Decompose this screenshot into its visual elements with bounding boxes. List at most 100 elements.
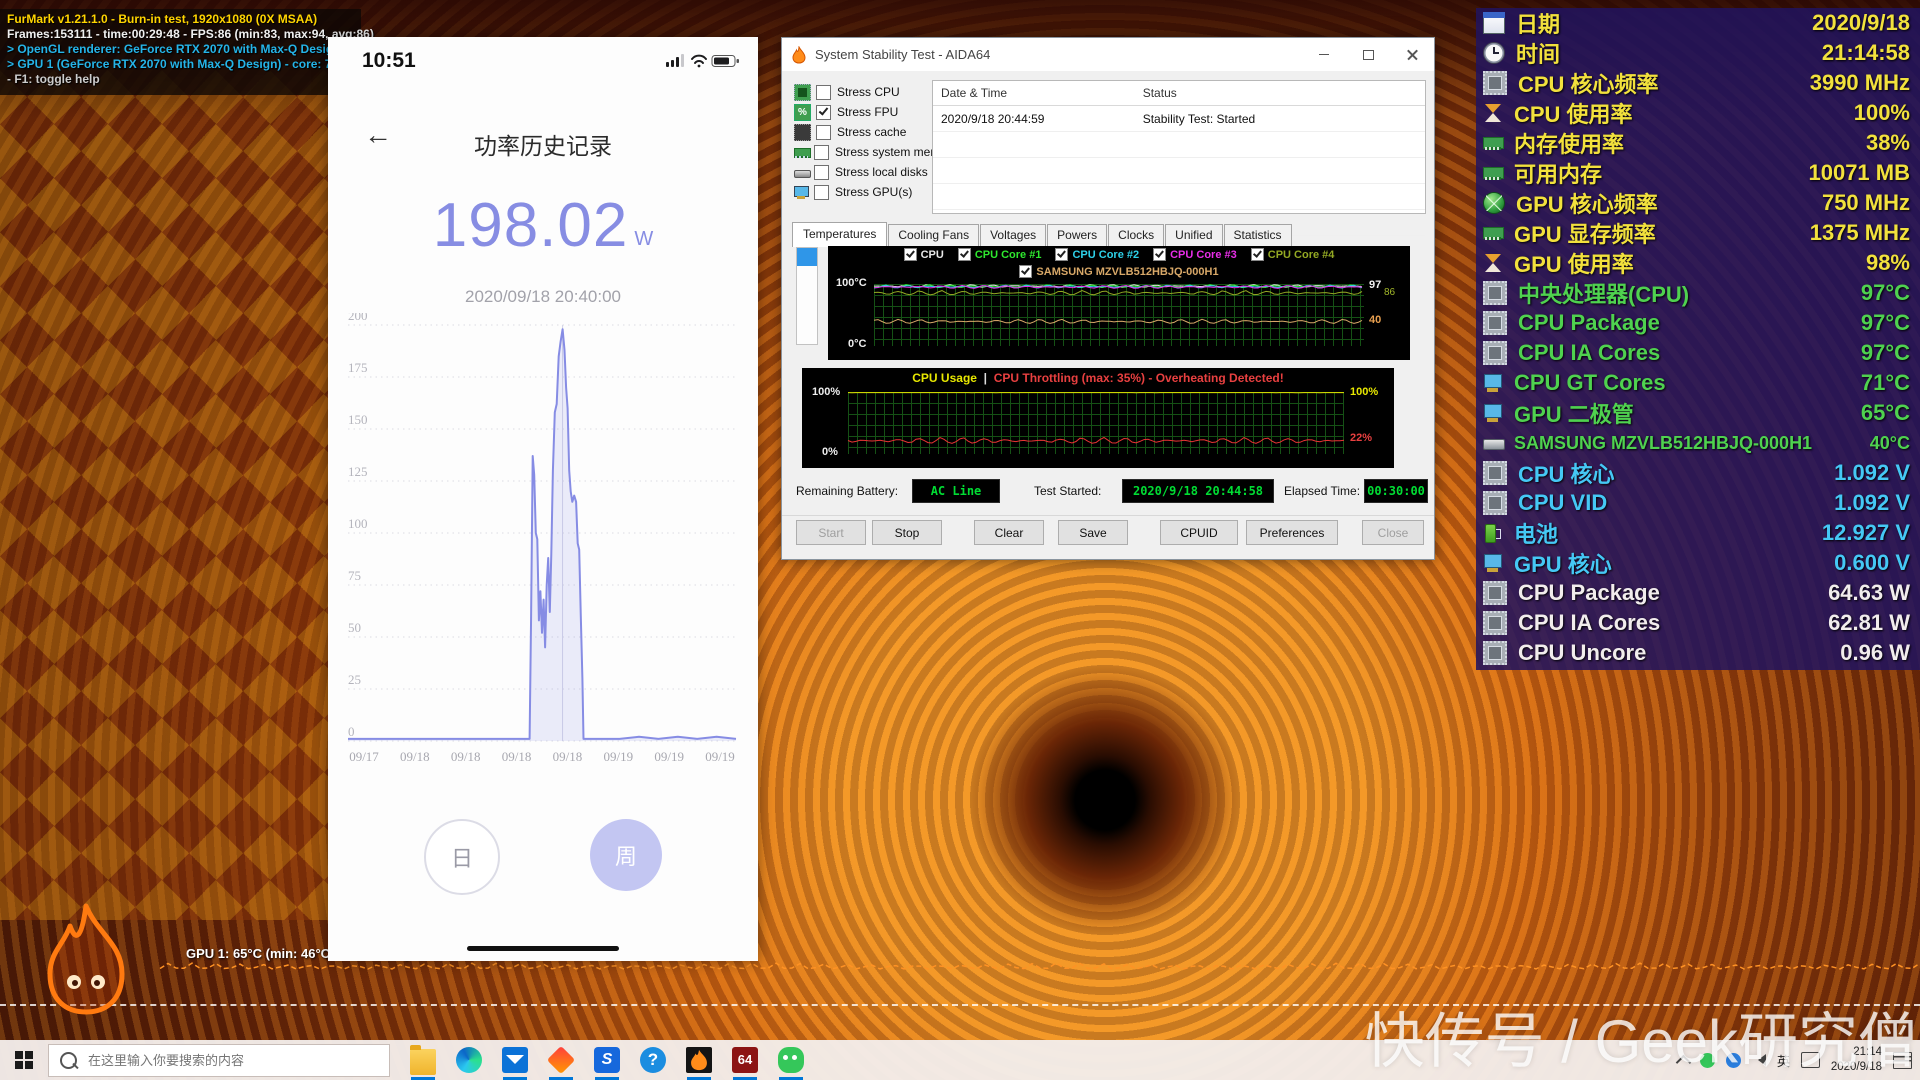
taskbar-app-music[interactable] [538, 1040, 584, 1080]
checkbox[interactable] [814, 165, 829, 180]
ram-icon [1483, 223, 1503, 243]
battery-label: Remaining Battery: [796, 484, 898, 498]
osd-value: 0.600 V [1834, 550, 1920, 576]
osd-value: 0.96 W [1840, 640, 1920, 666]
osd-value: 98% [1866, 250, 1920, 276]
taskbar-app-wechat[interactable] [768, 1040, 814, 1080]
furmark-line: > GPU 1 (GeForce RTX 2070 with Max-Q Des… [7, 57, 354, 72]
temp-right-label: 86 [1384, 287, 1395, 298]
legend-checkbox[interactable] [1153, 248, 1166, 261]
furmark-line: FurMark v1.21.1.0 - Burn-in test, 1920x1… [7, 12, 354, 27]
legend-checkbox[interactable] [958, 248, 971, 261]
osd-value: 1.092 V [1834, 460, 1920, 486]
taskbar-search[interactable] [48, 1044, 390, 1077]
x-tick-label: 09/18 [451, 749, 481, 764]
search-input[interactable] [86, 1052, 370, 1069]
taskbar-app-file-explorer[interactable] [400, 1040, 446, 1080]
ram-icon [794, 145, 809, 160]
osd-label: 内存使用率 [1514, 127, 1624, 159]
x-tick-label: 09/17 [349, 749, 379, 764]
tab-voltages[interactable]: Voltages [980, 224, 1046, 246]
taskbar-app-s[interactable]: S [584, 1040, 630, 1080]
legend-checkbox[interactable] [904, 248, 917, 261]
osd-row: CPU Package97°C [1476, 308, 1920, 338]
checkbox[interactable] [816, 85, 831, 100]
selected-timestamp: 2020/09/18 20:40:00 [328, 287, 758, 307]
clear-button[interactable]: Clear [974, 520, 1044, 545]
log-col-status[interactable]: Status [1135, 86, 1425, 100]
osd-row: 时间21:14:58 [1476, 38, 1920, 68]
checkbox[interactable] [814, 145, 829, 160]
battery-icon [1483, 523, 1503, 543]
log-row[interactable]: 2020/9/18 20:44:59 Stability Test: Start… [933, 106, 1425, 132]
osd-row: CPU IA Cores97°C [1476, 338, 1920, 368]
legend-label: CPU Core #2 [1072, 249, 1139, 261]
power-value: 198.02 [433, 195, 629, 257]
graph-scrollbar[interactable] [796, 247, 818, 345]
osd-value: 62.81 W [1828, 610, 1920, 636]
cpuid-button[interactable]: CPUID [1160, 520, 1238, 545]
legend-checkbox[interactable] [1251, 248, 1264, 261]
power-history-chart[interactable]: 200175150125100755025009/1709/1809/1809/… [342, 313, 742, 773]
tab-cooling-fans[interactable]: Cooling Fans [888, 224, 979, 246]
osd-row: CPU 使用率100% [1476, 98, 1920, 128]
osd-row: CPU Package64.63 W [1476, 578, 1920, 608]
osd-row: CPU GT Cores71°C [1476, 368, 1920, 398]
y-tick-label: 125 [348, 464, 368, 479]
osd-row: GPU 核心0.600 V [1476, 548, 1920, 578]
home-indicator[interactable] [467, 946, 619, 951]
save-button[interactable]: Save [1058, 520, 1128, 545]
elapsed-time-label: Elapsed Time: [1284, 484, 1360, 498]
close-icon[interactable] [1390, 38, 1434, 71]
legend-item: CPU Core #1 [958, 248, 1042, 261]
tab-unified[interactable]: Unified [1165, 224, 1222, 246]
osd-row: CPU IA Cores62.81 W [1476, 608, 1920, 638]
y-tick-label: 175 [348, 360, 368, 375]
cpu-icon [794, 84, 811, 101]
osd-value: 97°C [1861, 340, 1920, 366]
tab-statistics[interactable]: Statistics [1224, 224, 1292, 246]
usage-right-label: 100% [1350, 386, 1378, 398]
phone-status-time: 10:51 [362, 49, 416, 73]
test-log-table[interactable]: Date & Time Status 2020/9/18 20:44:59 St… [932, 80, 1426, 214]
tab-powers[interactable]: Powers [1047, 224, 1107, 246]
osd-value: 64.63 W [1828, 580, 1920, 606]
disk-icon [794, 165, 809, 180]
minimize-button[interactable] [1302, 38, 1346, 71]
legend-checkbox[interactable] [1055, 248, 1068, 261]
log-col-datetime[interactable]: Date & Time [933, 86, 1135, 100]
y-tick-label: 50 [348, 620, 361, 635]
power-current-value: 198.02 W [328, 195, 758, 257]
tab-clocks[interactable]: Clocks [1108, 224, 1164, 246]
osd-label: 日期 [1516, 8, 1560, 39]
osd-label: GPU 使用率 [1514, 247, 1634, 279]
wifi-icon [692, 56, 706, 68]
legend-checkbox[interactable] [1019, 265, 1032, 278]
x-tick-label: 09/19 [705, 749, 735, 764]
maximize-button[interactable] [1346, 38, 1390, 71]
temp-legend-row1: CPUCPU Core #1CPU Core #2CPU Core #3CPU … [828, 246, 1410, 263]
osd-label: CPU GT Cores [1514, 370, 1666, 396]
temperature-graph-panel: CPUCPU Core #1CPU Core #2CPU Core #3CPU … [828, 246, 1410, 360]
preferences-button[interactable]: Preferences [1246, 520, 1338, 545]
week-button[interactable]: 周 [590, 819, 662, 891]
y-tick-label: 200 [348, 313, 368, 323]
taskbar-app-furmark[interactable] [676, 1040, 722, 1080]
stop-button[interactable]: Stop [872, 520, 942, 545]
checkbox[interactable] [814, 185, 829, 200]
checkbox[interactable] [816, 105, 831, 120]
graph-scrollbar-thumb[interactable] [797, 248, 817, 266]
osd-label: 可用内存 [1514, 157, 1602, 189]
close-button: Close [1362, 520, 1424, 545]
window-title: System Stability Test - AIDA64 [815, 47, 990, 62]
start-menu-button[interactable] [0, 1040, 48, 1080]
tab-temperatures[interactable]: Temperatures [792, 222, 887, 247]
checkbox[interactable] [816, 125, 831, 140]
day-button[interactable]: 日 [424, 819, 500, 895]
chip-icon [1483, 281, 1507, 305]
window-titlebar[interactable]: System Stability Test - AIDA64 [782, 38, 1434, 71]
taskbar-app-mail[interactable] [492, 1040, 538, 1080]
taskbar-app-aida64[interactable]: 64 [722, 1040, 768, 1080]
taskbar-app-edge[interactable] [446, 1040, 492, 1080]
taskbar-app-help[interactable]: ? [630, 1040, 676, 1080]
